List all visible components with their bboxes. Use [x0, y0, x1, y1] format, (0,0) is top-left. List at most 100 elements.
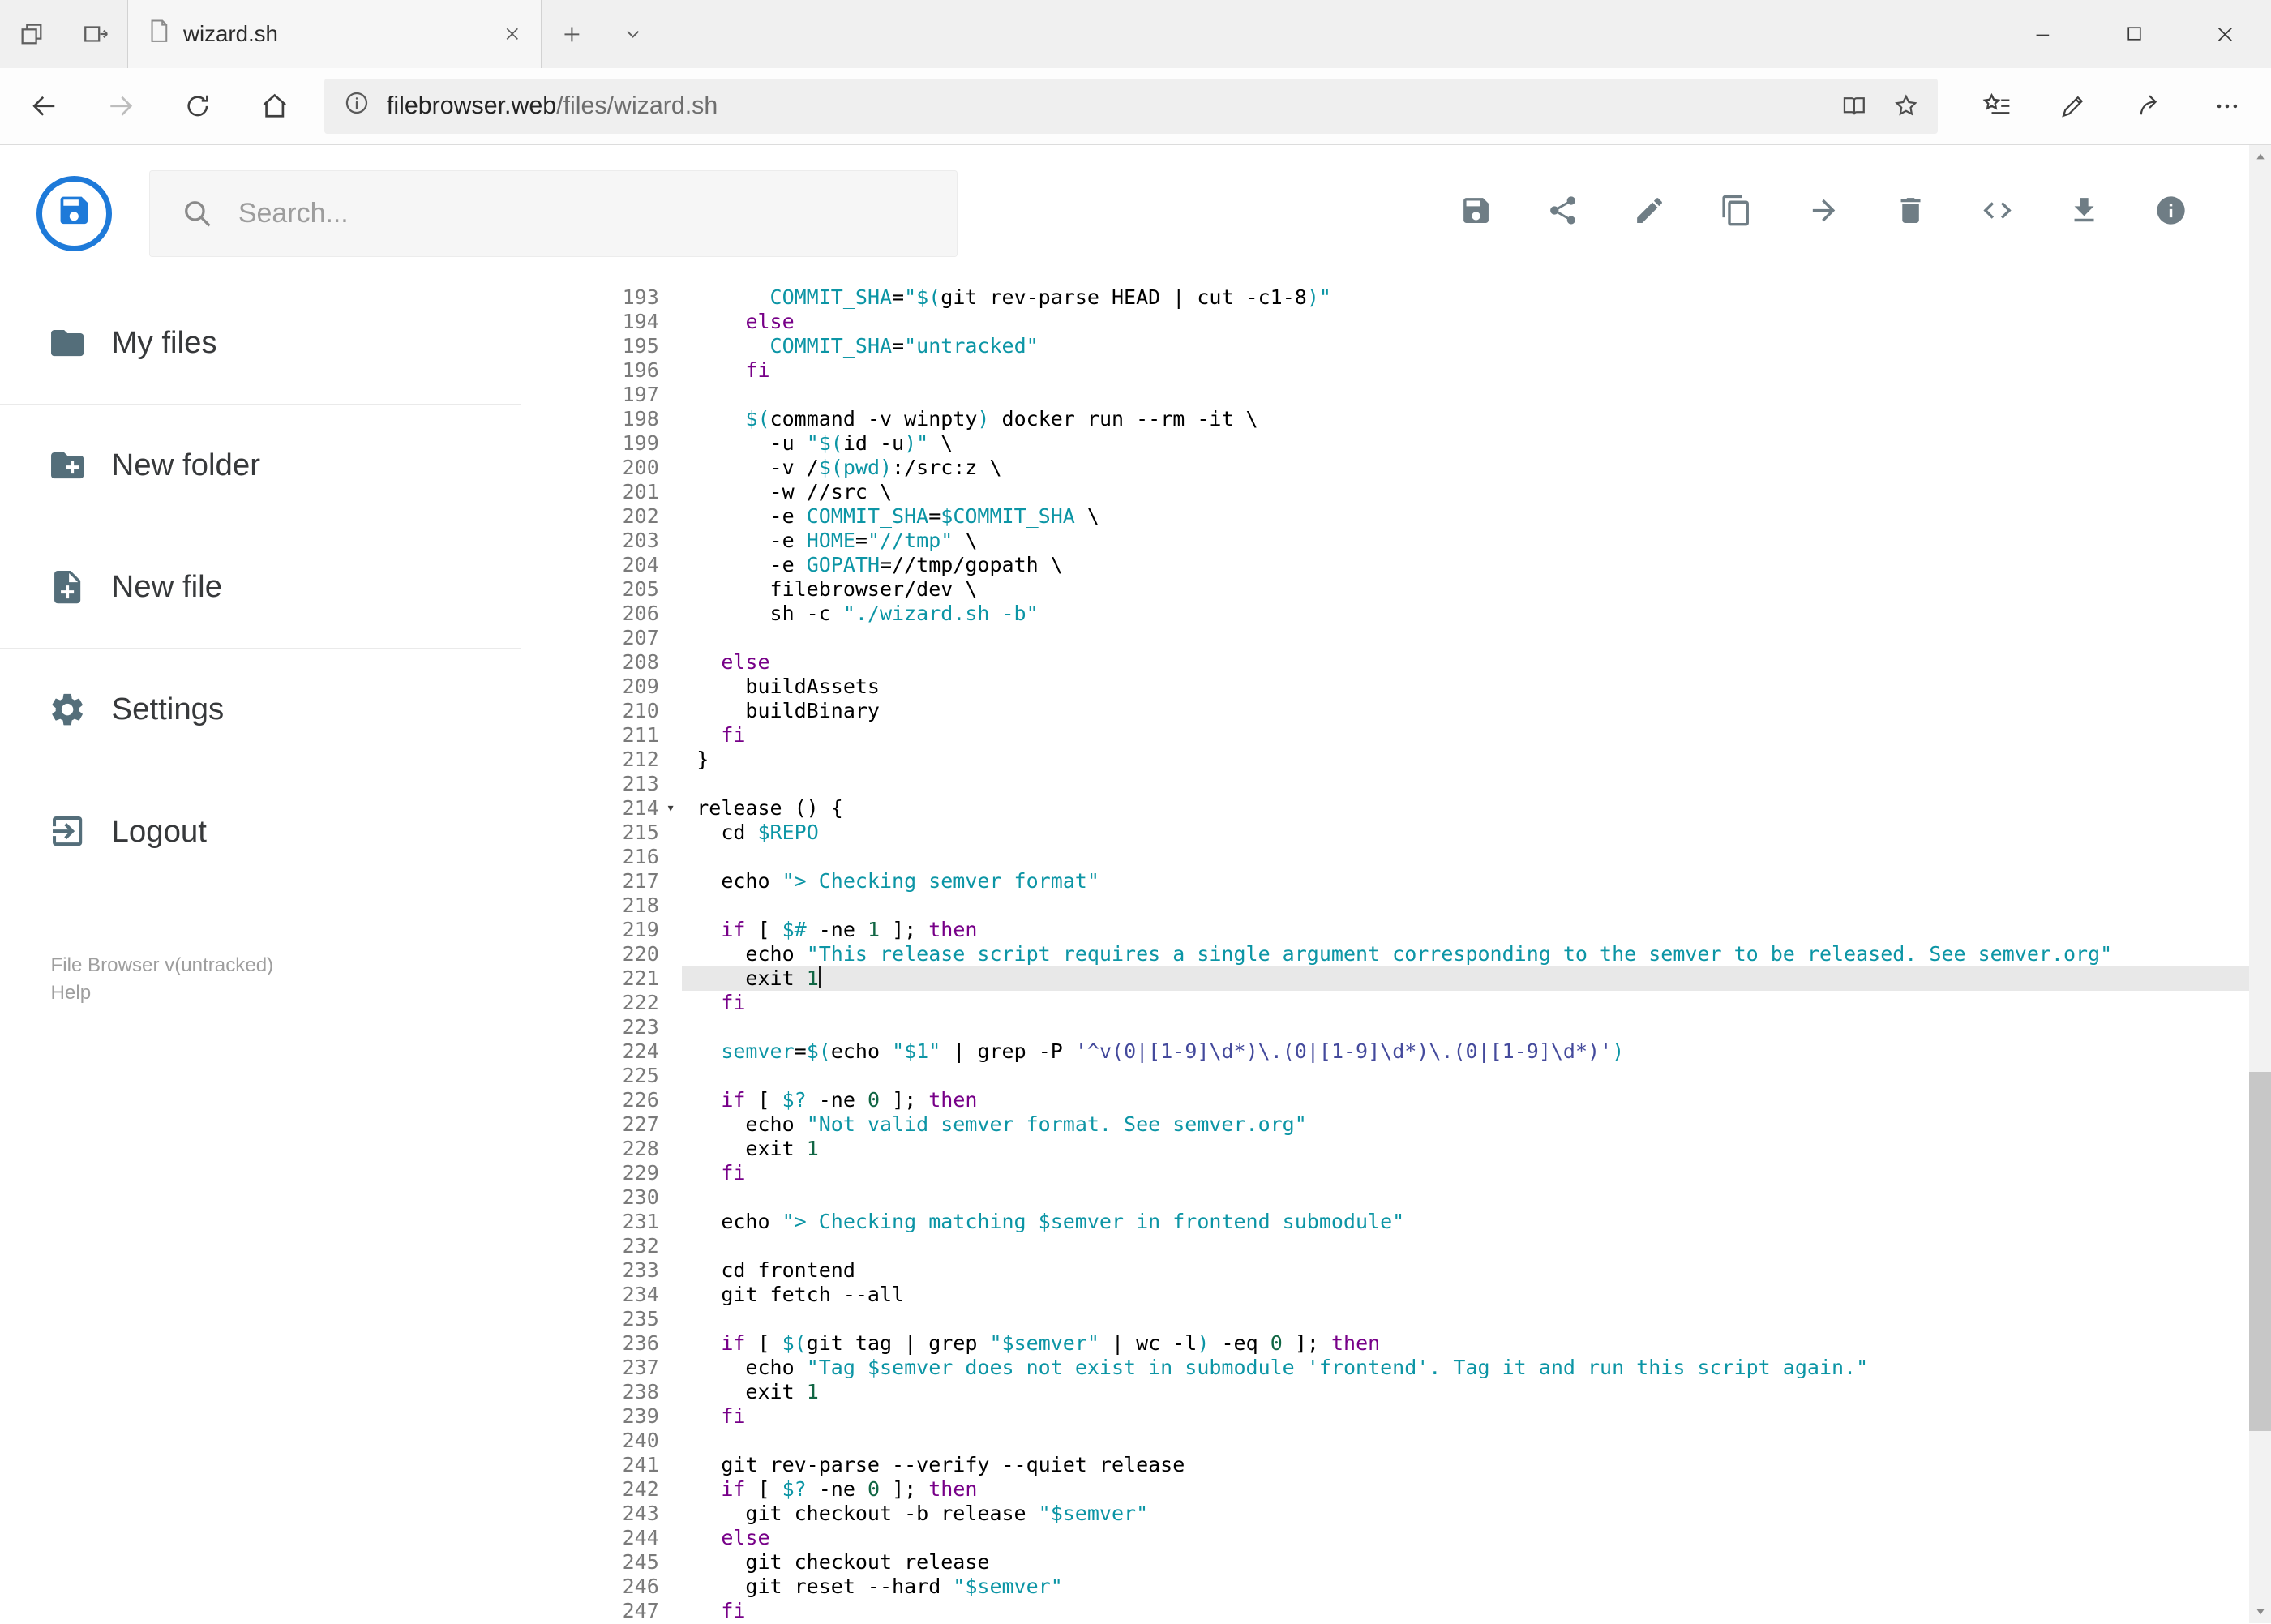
code-line-212[interactable]: } [682, 748, 2249, 772]
browser-tab[interactable]: wizard.sh [127, 0, 542, 68]
app-logo[interactable] [36, 176, 112, 251]
code-line-229[interactable]: fi [682, 1161, 2249, 1185]
reading-view-icon[interactable] [1828, 81, 1879, 131]
code-line-228[interactable]: exit 1 [682, 1137, 2249, 1161]
code-line-195[interactable]: COMMIT_SHA="untracked" [682, 334, 2249, 358]
save-button[interactable] [1433, 170, 1519, 257]
line-number[interactable]: 206 [586, 602, 659, 626]
code-editor[interactable]: 193 194 195 196 197 198 199 200 201 202 203 204 205 2… [586, 282, 2250, 1623]
search-box[interactable] [148, 169, 958, 258]
code-lines[interactable]: COMMIT_SHA="$(git rev-parse HEAD | cut -… [682, 285, 2250, 1623]
code-line-240[interactable] [682, 1429, 2249, 1453]
scrollbar-down-arrow[interactable] [2249, 1600, 2271, 1624]
hub-favorites-button[interactable] [1958, 68, 2035, 144]
line-number[interactable]: 240 [586, 1429, 659, 1453]
page-scrollbar[interactable] [2249, 144, 2271, 1624]
code-line-234[interactable]: git fetch --all [682, 1283, 2249, 1307]
line-number[interactable]: 239 [586, 1404, 659, 1429]
copy-button[interactable] [1693, 170, 1780, 257]
code-line-239[interactable]: fi [682, 1404, 2249, 1429]
code-line-242[interactable]: if [ $? -ne 0 ]; then [682, 1477, 2249, 1502]
code-line-200[interactable]: -v /$(pwd):/src:z \ [682, 456, 2249, 480]
code-line-217[interactable]: echo "> Checking semver format" [682, 869, 2249, 893]
line-number[interactable]: 195 [586, 334, 659, 358]
line-number[interactable]: 233 [586, 1258, 659, 1283]
code-line-227[interactable]: echo "Not valid semver format. See semve… [682, 1112, 2249, 1137]
line-number[interactable]: 236 [586, 1331, 659, 1356]
line-number[interactable]: 219 [586, 918, 659, 942]
maximize-button[interactable] [2089, 0, 2180, 68]
sidebar-item-logout[interactable]: Logout [0, 771, 586, 893]
line-number[interactable]: 211 [586, 723, 659, 748]
code-line-205[interactable]: filebrowser/dev \ [682, 577, 2249, 602]
new-tab-button[interactable] [542, 0, 602, 68]
line-number[interactable]: 242 [586, 1477, 659, 1502]
code-line-243[interactable]: git checkout -b release "$semver" [682, 1502, 2249, 1526]
search-input[interactable] [238, 197, 928, 229]
code-line-235[interactable] [682, 1307, 2249, 1331]
code-line-206[interactable]: sh -c "./wizard.sh -b" [682, 602, 2249, 626]
code-line-193[interactable]: COMMIT_SHA="$(git rev-parse HEAD | cut -… [682, 285, 2249, 310]
line-number[interactable]: 213 [586, 772, 659, 796]
site-info-icon[interactable] [343, 89, 371, 123]
code-line-220[interactable]: echo "This release script requires a sin… [682, 942, 2249, 966]
fold-marker-icon[interactable]: ▾ [659, 796, 683, 821]
code-line-222[interactable]: fi [682, 991, 2249, 1015]
code-line-230[interactable] [682, 1185, 2249, 1210]
line-number[interactable]: 210 [586, 699, 659, 723]
code-line-216[interactable] [682, 845, 2249, 869]
line-number[interactable]: 220 [586, 942, 659, 966]
code-line-209[interactable]: buildAssets [682, 675, 2249, 699]
code-line-231[interactable]: echo "> Checking matching $semver in fro… [682, 1210, 2249, 1234]
home-button[interactable] [236, 68, 313, 144]
forward-button[interactable] [83, 68, 160, 144]
line-number[interactable]: 228 [586, 1137, 659, 1161]
line-number[interactable]: 246 [586, 1575, 659, 1599]
line-number[interactable]: 221 [586, 966, 659, 991]
line-number[interactable]: 198 [586, 407, 659, 431]
line-number[interactable]: 232 [586, 1234, 659, 1258]
sidebar-item-my-files[interactable]: My files [0, 282, 586, 404]
tabs-set-aside-button[interactable] [0, 0, 64, 68]
sidebar-item-new-folder[interactable]: New folder [0, 405, 586, 526]
line-number[interactable]: 231 [586, 1210, 659, 1234]
line-number[interactable]: 245 [586, 1550, 659, 1575]
code-line-201[interactable]: -w //src \ [682, 480, 2249, 504]
favorite-star-icon[interactable] [1880, 81, 1932, 131]
code-line-223[interactable] [682, 1015, 2249, 1039]
minimize-button[interactable] [1997, 0, 2089, 68]
edit-button[interactable] [1606, 170, 1693, 257]
line-number[interactable]: 199 [586, 431, 659, 456]
line-number[interactable]: 209 [586, 675, 659, 699]
code-line-211[interactable]: fi [682, 723, 2249, 748]
help-link[interactable]: Help [51, 982, 587, 1005]
line-number[interactable]: 202 [586, 504, 659, 529]
line-number[interactable]: 201 [586, 480, 659, 504]
line-number[interactable]: 216 [586, 845, 659, 869]
share-button[interactable] [1519, 170, 1606, 257]
tab-preview-chevron[interactable] [602, 0, 663, 68]
line-number[interactable]: 200 [586, 456, 659, 480]
line-number[interactable]: 197 [586, 383, 659, 407]
code-line-198[interactable]: $(command -v winpty) docker run --rm -it… [682, 407, 2249, 431]
code-line-221[interactable]: exit 1 [682, 966, 2250, 991]
scrollbar-thumb[interactable] [2249, 1071, 2271, 1431]
line-number[interactable]: 227 [586, 1112, 659, 1137]
line-number[interactable]: 207 [586, 626, 659, 650]
code-line-247[interactable]: fi [682, 1599, 2249, 1623]
refresh-button[interactable] [159, 68, 236, 144]
line-number[interactable]: 218 [586, 893, 659, 918]
line-number[interactable]: 244 [586, 1526, 659, 1550]
code-line-203[interactable]: -e HOME="//tmp" \ [682, 529, 2249, 553]
more-options-button[interactable] [2188, 68, 2265, 144]
set-tabs-aside-button[interactable] [64, 0, 128, 68]
code-line-225[interactable] [682, 1064, 2249, 1088]
line-number[interactable]: 237 [586, 1356, 659, 1380]
line-number[interactable]: 225 [586, 1064, 659, 1088]
line-number[interactable]: 241 [586, 1453, 659, 1477]
code-line-226[interactable]: if [ $? -ne 0 ]; then [682, 1088, 2249, 1112]
info-button[interactable] [2127, 170, 2214, 257]
code-button[interactable] [1954, 170, 2041, 257]
line-number[interactable]: 235 [586, 1307, 659, 1331]
code-line-208[interactable]: else [682, 650, 2249, 675]
